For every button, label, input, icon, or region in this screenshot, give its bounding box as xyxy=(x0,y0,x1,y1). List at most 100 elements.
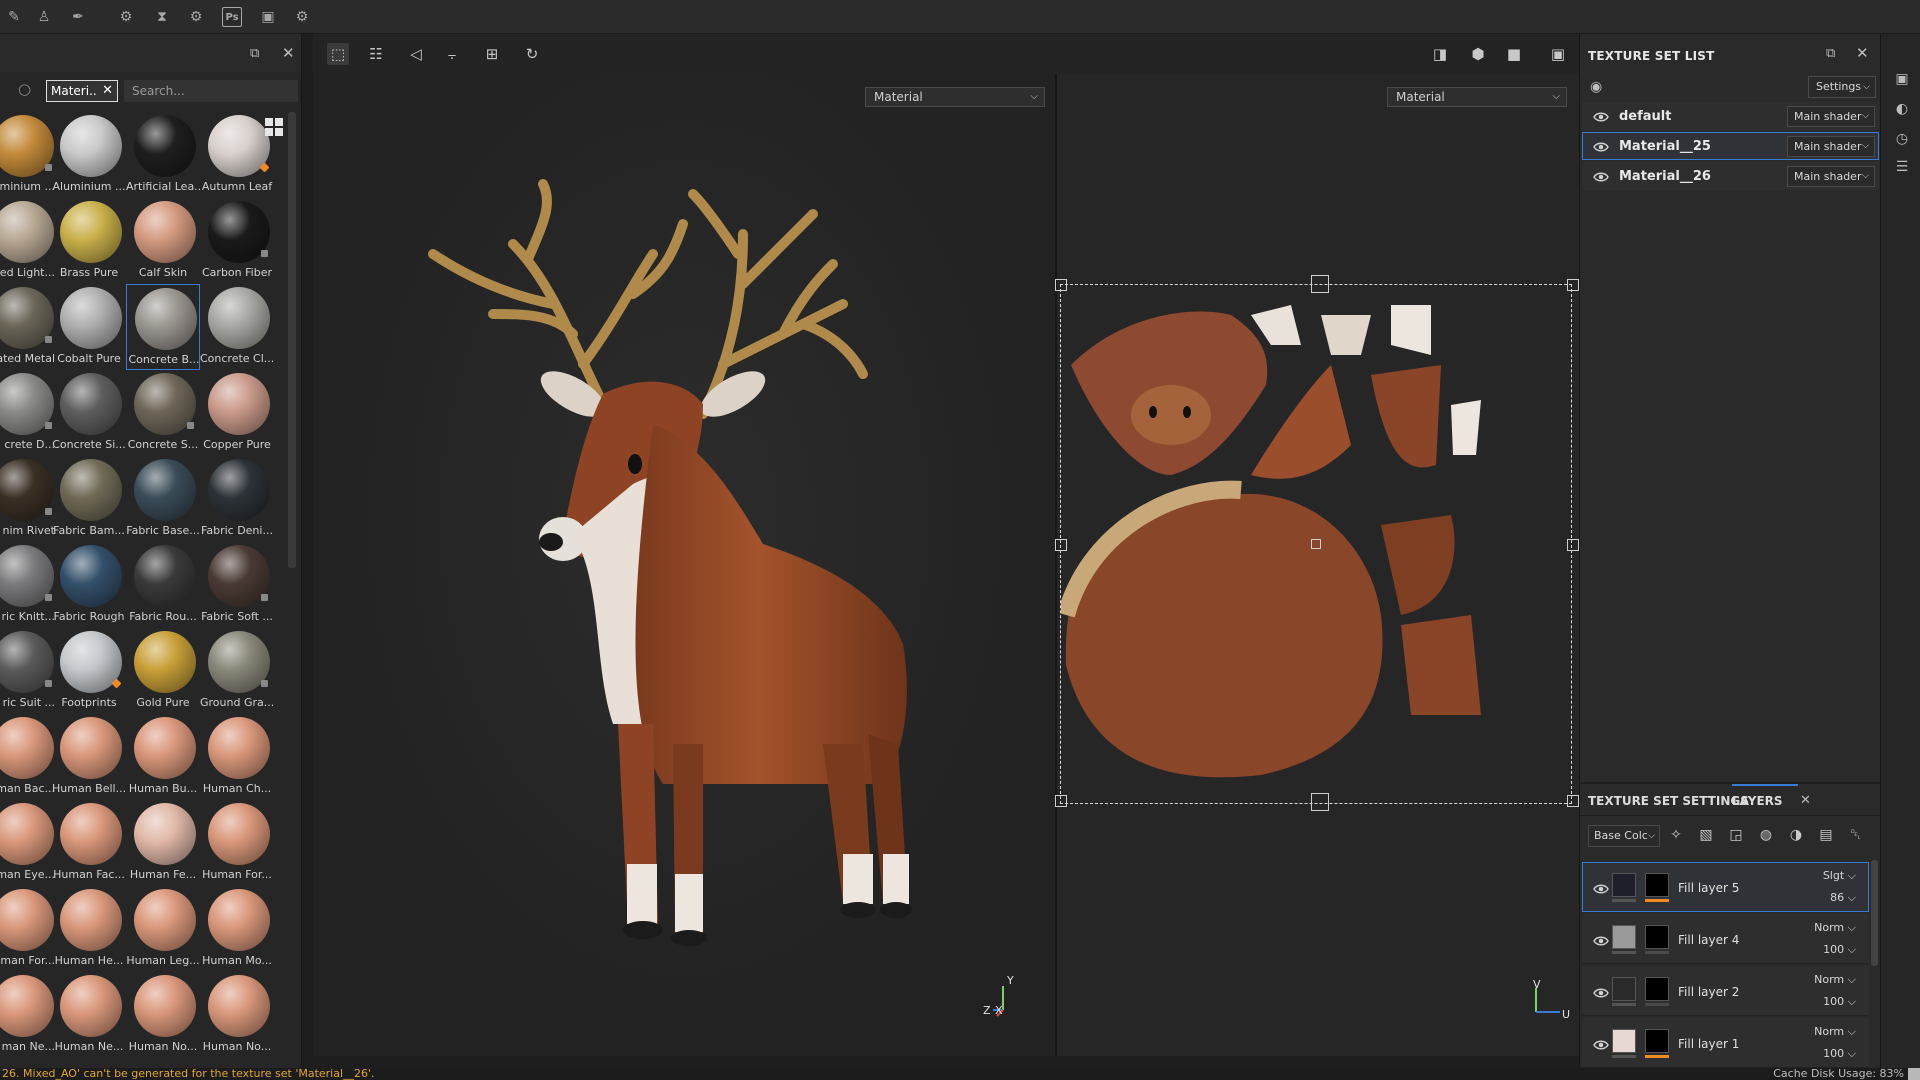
document-icon[interactable]: ▣ xyxy=(258,7,278,27)
material-item[interactable]: Concrete B... xyxy=(126,284,200,370)
refresh-icon[interactable]: ○ xyxy=(18,80,31,98)
layer-row[interactable]: Fill layer 1 Norm ⌵ 100 ⌵ xyxy=(1582,1018,1869,1068)
close-icon[interactable]: ✕ xyxy=(1800,793,1811,808)
uv-handle[interactable] xyxy=(1055,795,1067,807)
material-item[interactable]: Human He... xyxy=(52,886,126,972)
log-icon[interactable]: ☰ xyxy=(1893,158,1911,176)
material-item[interactable]: Concrete Si... xyxy=(52,370,126,456)
material-item[interactable]: Concrete Cl... xyxy=(200,284,274,370)
magic-wand-icon[interactable]: ✧ xyxy=(1666,826,1686,844)
material-item[interactable]: Autumn Leaf xyxy=(200,112,274,198)
material-item[interactable]: Human Ch... xyxy=(200,714,274,800)
maximize-icon[interactable]: ⧉ xyxy=(1826,46,1835,61)
material-item[interactable]: man Bac... xyxy=(0,714,58,800)
material-item[interactable]: ric Suit ... xyxy=(0,628,58,714)
viewport-2d-channel-select[interactable]: Material ⌵ xyxy=(1387,87,1567,107)
material-item[interactable]: Human Bu... xyxy=(126,714,200,800)
close-icon[interactable]: ✕ xyxy=(1856,44,1869,62)
material-item[interactable]: Fabric Base... xyxy=(126,456,200,542)
uv-handle[interactable] xyxy=(1055,279,1067,291)
layers-scrollbar[interactable] xyxy=(1871,860,1878,966)
material-item[interactable]: crete D... xyxy=(0,370,58,456)
bake-icon[interactable]: ⚙ xyxy=(116,7,136,27)
eyedropper-icon[interactable]: ✒ xyxy=(68,7,88,27)
channel-select[interactable]: Base Colc ⌵ xyxy=(1588,825,1660,847)
material-item[interactable]: Human Bell... xyxy=(52,714,126,800)
shelf-scrollbar[interactable] xyxy=(288,112,296,568)
photoshop-icon[interactable]: Ps xyxy=(222,7,242,27)
tab-layers[interactable]: LAYERS xyxy=(1732,784,1798,816)
maximize-icon[interactable]: ⧉ xyxy=(250,46,259,61)
camera-icon[interactable]: ■ xyxy=(1503,43,1525,65)
layer-fill-thumbnail[interactable] xyxy=(1612,873,1636,897)
eye-icon[interactable] xyxy=(1593,169,1609,183)
uv-handle[interactable] xyxy=(1567,795,1579,807)
shader-select[interactable]: Main shader ⌵ xyxy=(1787,106,1875,127)
close-icon[interactable]: ✕ xyxy=(282,44,295,62)
material-item[interactable]: Fabric Soft ... xyxy=(200,542,274,628)
material-item[interactable]: Human No... xyxy=(126,972,200,1058)
layer-fill-thumbnail[interactable] xyxy=(1612,925,1636,949)
shader-select[interactable]: Main shader ⌵ xyxy=(1787,136,1875,157)
texture-set-row[interactable]: Material__26 Main shader ⌵ xyxy=(1582,162,1879,190)
opacity-select[interactable]: 100 ⌵ xyxy=(1823,1047,1856,1061)
layer-mask-thumbnail[interactable] xyxy=(1645,925,1669,949)
eye-icon[interactable] xyxy=(1593,933,1609,947)
material-item[interactable]: Concrete S... xyxy=(126,370,200,456)
add-fill-icon[interactable]: ◍ xyxy=(1756,826,1776,844)
blend-mode-select[interactable]: Norm ⌵ xyxy=(1814,921,1856,935)
visibility-icon[interactable]: ◉ xyxy=(1590,79,1602,95)
material-item[interactable]: Human For... xyxy=(200,800,274,886)
material-item[interactable]: man Eye... xyxy=(0,800,58,886)
split-view-icon[interactable]: ◨ xyxy=(1429,43,1451,65)
blend-mode-select[interactable]: Norm ⌵ xyxy=(1814,1025,1856,1039)
layer-mask-thumbnail[interactable] xyxy=(1645,873,1669,897)
eye-icon[interactable] xyxy=(1593,109,1609,123)
remove-filter-icon[interactable]: ✕ xyxy=(102,81,113,101)
add-folder-icon[interactable]: ▤ xyxy=(1816,826,1836,844)
uv-handle[interactable] xyxy=(1311,275,1329,293)
material-item[interactable]: Copper Pure xyxy=(200,370,274,456)
add-icon[interactable]: ⊞ xyxy=(481,43,503,65)
texture-set-row[interactable]: default Main shader ⌵ xyxy=(1582,102,1879,130)
material-item[interactable]: nim Rivet xyxy=(0,456,58,542)
material-item[interactable]: Fabric Deni... xyxy=(200,456,274,542)
eye-icon[interactable] xyxy=(1593,985,1609,999)
selection-icon[interactable]: ⬚ xyxy=(327,43,349,65)
history-icon[interactable]: ◷ xyxy=(1893,130,1911,148)
opacity-select[interactable]: 100 ⌵ xyxy=(1823,995,1856,1009)
opacity-select[interactable]: 86 ⌵ xyxy=(1830,891,1856,905)
layer-row[interactable]: Fill layer 2 Norm ⌵ 100 ⌵ xyxy=(1582,966,1869,1016)
grid-view-icon[interactable] xyxy=(265,118,283,136)
history-icon[interactable]: ↻ xyxy=(521,43,543,65)
settings-dropdown[interactable]: Settings ⌵ xyxy=(1808,76,1876,98)
eye-icon[interactable] xyxy=(1593,139,1609,153)
tab-texture-set-settings[interactable]: TEXTURE SET SETTINGS xyxy=(1588,794,1749,808)
material-item[interactable]: Fabric Rough xyxy=(52,542,126,628)
add-effect-icon[interactable]: ◑ xyxy=(1786,826,1806,844)
material-item[interactable]: minium ... xyxy=(0,112,58,198)
material-item[interactable]: Fabric Bam... xyxy=(52,456,126,542)
layer-row[interactable]: Fill layer 5 Slgt ⌵ 86 ⌵ xyxy=(1582,862,1869,912)
shader-select[interactable]: Main shader ⌵ xyxy=(1787,166,1875,187)
material-item[interactable]: Human Fac... xyxy=(52,800,126,886)
uv-handle[interactable] xyxy=(1567,279,1579,291)
add-layer-icon[interactable]: ◲ xyxy=(1726,826,1746,844)
eye-icon[interactable] xyxy=(1593,881,1609,895)
material-item[interactable]: ated Metal xyxy=(0,284,58,370)
resize-grip[interactable] xyxy=(1908,1068,1920,1080)
brush-icon[interactable]: ✎ xyxy=(4,7,24,27)
material-item[interactable]: Cobalt Pure xyxy=(52,284,126,370)
screenshot-icon[interactable]: ▣ xyxy=(1547,43,1569,65)
layer-fill-thumbnail[interactable] xyxy=(1612,1029,1636,1053)
mirror-x-icon[interactable]: ◁ xyxy=(405,43,427,65)
blend-mode-select[interactable]: Norm ⌵ xyxy=(1814,973,1856,987)
cube-icon[interactable]: ⬢ xyxy=(1467,43,1489,65)
settings-icon[interactable]: ⚙ xyxy=(292,7,312,27)
material-item[interactable]: Calf Skin xyxy=(126,198,200,284)
material-item[interactable]: Human Ne... xyxy=(52,972,126,1058)
material-item[interactable]: Brass Pure xyxy=(52,198,126,284)
material-item[interactable]: Human No... xyxy=(200,972,274,1058)
material-item[interactable]: Aluminium ... xyxy=(52,112,126,198)
uv-pivot[interactable] xyxy=(1311,539,1321,549)
